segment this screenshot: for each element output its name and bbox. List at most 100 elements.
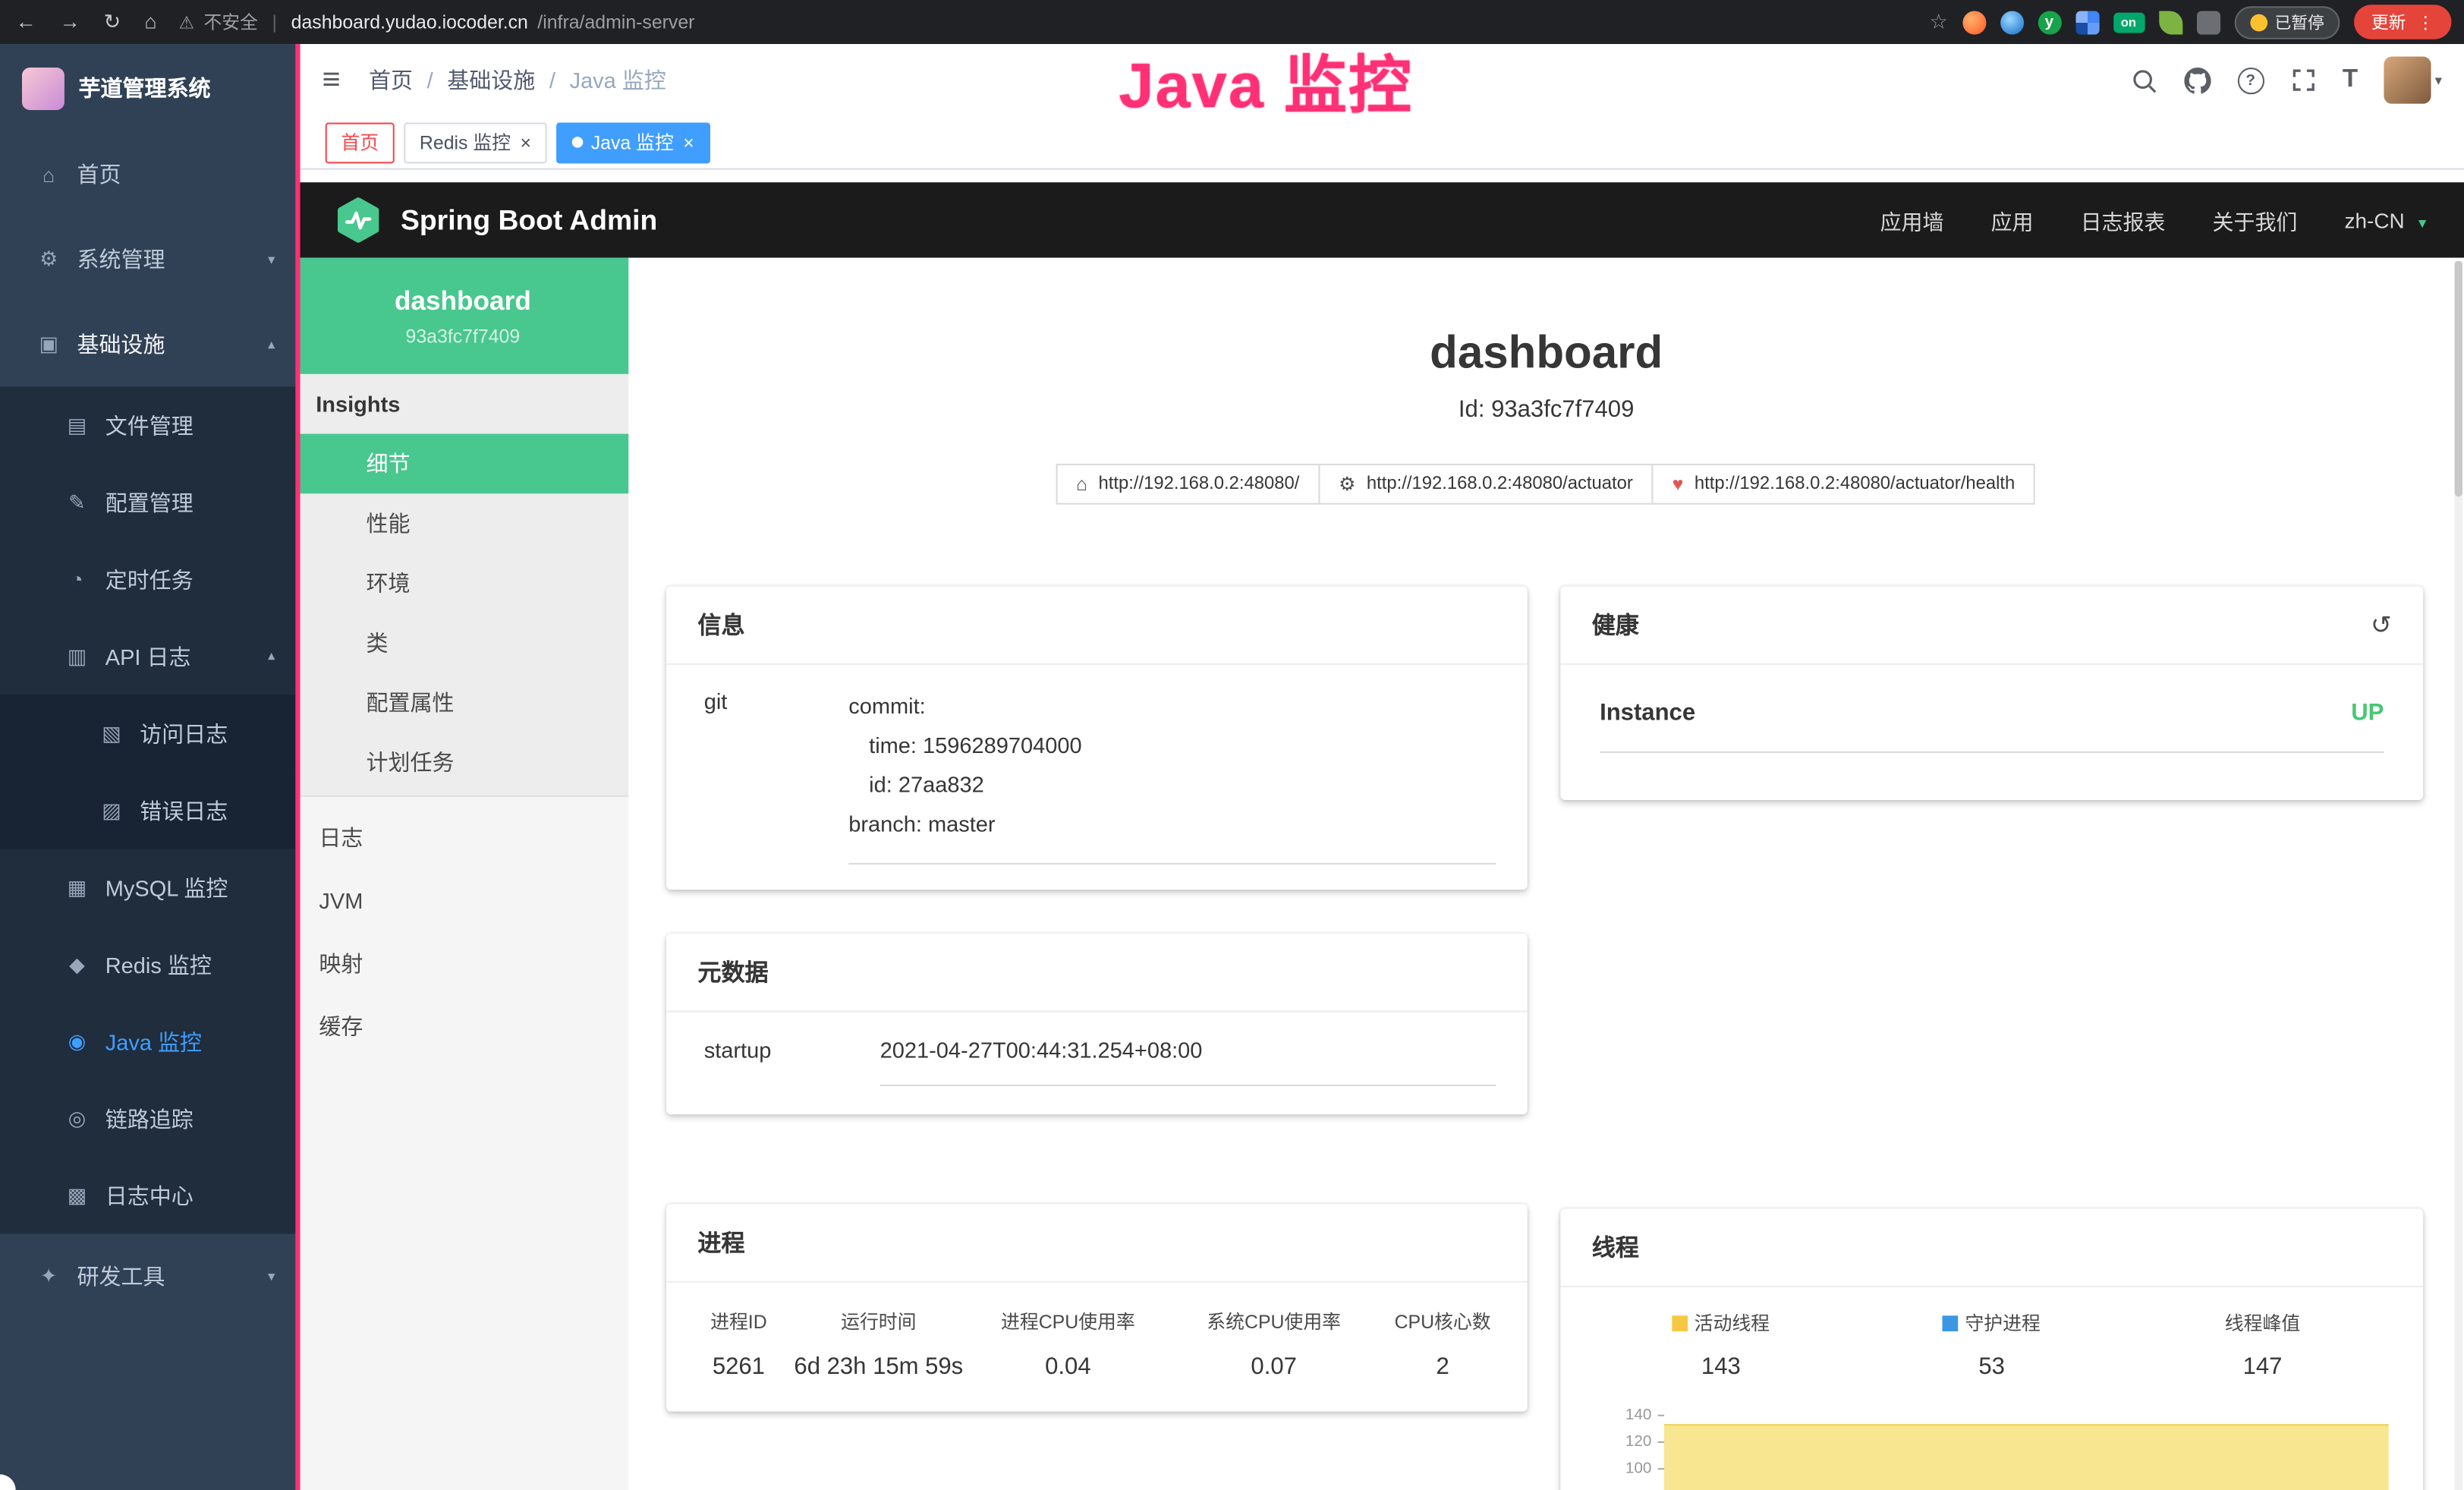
sba-brand[interactable]: Spring Boot Admin [401,203,657,236]
heart-icon: ♥ [1673,473,1684,495]
forward-icon[interactable]: → [60,9,80,34]
chevron-up-icon: ▴ [268,335,275,353]
extension-on-badge[interactable]: on [2113,12,2144,33]
sidebar-item-home[interactable]: ⌂ 首页 [0,132,297,217]
update-button[interactable]: 更新 ⋮ [2354,5,2451,39]
sidebar-item-api-logs[interactable]: ▥ API 日志 ▴ [0,618,297,695]
extension-puzzle-icon[interactable] [2075,10,2098,33]
info-key: git [704,687,849,865]
sidebar-item-error-logs[interactable]: ▨ 错误日志 [0,772,297,849]
sidebar-item-infrastructure[interactable]: ▣ 基础设施 ▴ [0,302,297,387]
endpoint-label: http://192.168.0.2:48080/ [1099,474,1300,493]
security-label: 不安全 [203,9,257,34]
detail-sections: 信息 git commit: time: 1596289704000 id: 2… [628,586,2464,1490]
sba-item-scheduled-tasks[interactable]: 计划任务 [297,732,628,792]
instance-id: 93a3fc7f7409 [406,325,521,347]
tab-home[interactable]: 首页 [326,121,395,162]
sidebar-item-java-monitor[interactable]: ◉ Java 监控 [0,1003,297,1079]
back-icon[interactable]: ← [16,9,36,34]
search-icon[interactable] [2130,67,2157,93]
legend-label: 线程峰值 [2225,1309,2300,1336]
extension-y-icon[interactable]: y [2038,10,2061,33]
breadcrumb-home[interactable]: 首页 [369,65,413,96]
sidebar-item-access-logs[interactable]: ▧ 访问日志 [0,695,297,771]
extension-orange-icon[interactable] [1962,10,1985,33]
bookmark-star-icon[interactable]: ☆ [1930,9,1948,34]
health-url-button[interactable]: ♥ http://192.168.0.2:48080/actuator/heal… [1652,464,2035,505]
sba-item-environment[interactable]: 环境 [297,553,628,613]
address-bar[interactable]: ⚠ 不安全 | dashboard.yudao.iocoder.cn/infra… [179,9,695,34]
github-icon[interactable] [2184,67,2211,93]
sba-item-caches[interactable]: 缓存 [297,995,628,1058]
scrollbar[interactable] [2455,261,2462,1490]
sidebar-item-dev-tools[interactable]: ✦ 研发工具 ▾ [0,1234,297,1319]
actuator-url-button[interactable]: ⚙ http://192.168.0.2:48080/actuator [1318,464,1654,505]
tab-label: 首页 [341,129,379,156]
sidebar-item-trace[interactable]: ◎ 链路追踪 [0,1080,297,1157]
menu-dots-icon[interactable]: ⋮ [2417,12,2434,33]
sba-locale-select[interactable]: zh-CN ▾ [2345,208,2427,232]
card-title: 进程 [697,1226,744,1258]
browser-home-icon[interactable]: ⌂ [144,9,156,34]
font-size-icon[interactable]: T [2343,66,2358,94]
caret-down-icon: ▾ [2435,71,2442,89]
process-card-title: 进程 [666,1204,1528,1283]
service-url-button[interactable]: ⌂ http://192.168.0.2:48080/ [1056,464,1320,505]
chart-plot-area [1664,1402,2389,1490]
breadcrumb-separator: / [427,68,433,93]
sidebar-item-system-management[interactable]: ⚙ 系统管理 ▾ [0,217,297,302]
sidebar-item-config-management[interactable]: ✎ 配置管理 [0,464,297,540]
sba-nav-applications[interactable]: 应用 [1991,204,2034,235]
sidebar-item-scheduled-jobs[interactable]: ◔ 定时任务 [0,540,297,617]
tab-redis-monitor[interactable]: Redis 监控 × [404,121,547,162]
annotation-line [295,44,300,1490]
sba-nav-wallboard[interactable]: 应用墙 [1880,204,1944,235]
sba-item-performance[interactable]: 性能 [297,493,628,553]
sba-nav-links: 应用墙 应用 日志报表 关于我们 zh-CN ▾ [1880,204,2427,235]
sidebar-item-label: 基础设施 [77,329,165,360]
sidebar-item-mysql-monitor[interactable]: ▦ MySQL 监控 [0,849,297,925]
metadata-card: 元数据 startup 2021-04-27T00:44:31.254+08:0… [666,934,1528,1114]
process-col-process-cpu: 进程CPU使用率 0.04 [965,1308,1171,1380]
extension-dark-puzzle-icon[interactable] [2196,10,2220,33]
sba-item-jvm[interactable]: JVM [297,869,628,932]
paused-label: 已暂停 [2274,10,2324,33]
scrollbar-thumb[interactable] [2455,261,2462,497]
infrastructure-submenu: ▤ 文件管理 ✎ 配置管理 ◔ 定时任务 ▥ API 日志 ▴ ▧ [0,386,297,1233]
app-logo[interactable]: 芋道管理系统 [0,44,297,132]
sba-item-mappings[interactable]: 映射 [297,932,628,995]
sba-nav-about[interactable]: 关于我们 [2213,204,2298,235]
user-menu[interactable]: ▾ [2384,57,2442,104]
refresh-icon[interactable]: ↻ [104,9,121,34]
breadcrumb-infrastructure[interactable]: 基础设施 [447,65,535,96]
sba-instance-header[interactable]: dashboard 93a3fc7f7409 [297,258,628,374]
close-icon[interactable]: × [683,131,694,153]
cell-value: 0.04 [965,1353,1171,1380]
legend-label: 活动线程 [1695,1309,1770,1336]
legend-peak-threads: 线程峰值 147 [2127,1309,2398,1380]
sidebar-item-file-management[interactable]: ▤ 文件管理 [0,386,297,463]
history-icon[interactable]: ↺ [2371,609,2392,640]
sba-nav-journal[interactable]: 日志报表 [2081,204,2166,235]
sidebar-item-label: 研发工具 [77,1261,165,1292]
extension-leaf-icon[interactable] [2158,10,2182,33]
sidebar-item-redis-monitor[interactable]: ◆ Redis 监控 [0,926,297,1003]
paused-badge[interactable]: 已暂停 [2234,5,2340,38]
chevron-up-icon: ▴ [268,647,275,665]
hamburger-icon[interactable]: ≡ [323,62,341,99]
sba-item-details[interactable]: 细节 [297,434,628,494]
health-card-title: 健康 ↺ [1560,586,2423,665]
sba-item-config-properties[interactable]: 配置属性 [297,673,628,732]
column-header: 系统CPU使用率 [1171,1308,1377,1334]
sba-item-logs[interactable]: 日志 [297,806,628,869]
sidebar-item-log-center[interactable]: ▩ 日志中心 [0,1157,297,1233]
health-instance-label: Instance [1600,700,1695,726]
page-instance-id: Id: 93a3fc7f7409 [628,396,2464,423]
fullscreen-icon[interactable] [2291,68,2316,93]
process-col-cpu-cores: CPU核心数 2 [1377,1308,1509,1380]
sba-item-classes[interactable]: 类 [297,613,628,673]
help-icon[interactable]: ? [2237,67,2264,93]
tab-java-monitor[interactable]: Java 监控 × [556,121,710,162]
extension-drop-icon[interactable] [2000,10,2023,33]
close-icon[interactable]: × [520,131,531,153]
